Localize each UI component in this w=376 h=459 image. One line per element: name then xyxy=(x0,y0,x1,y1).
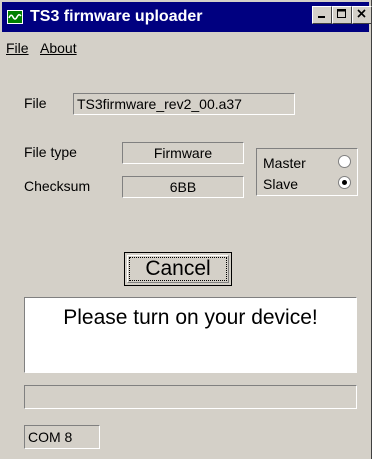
cancel-button[interactable]: Cancel xyxy=(124,252,232,286)
close-icon xyxy=(357,9,366,18)
maximize-icon xyxy=(337,9,346,18)
radio-master-button[interactable] xyxy=(338,155,351,168)
menu-file-label: File xyxy=(6,40,29,56)
message-box: Please turn on your device! xyxy=(24,297,357,373)
progress-bar xyxy=(24,385,357,409)
mode-group: Master Slave xyxy=(256,148,358,196)
menu-file[interactable]: File xyxy=(6,40,29,56)
radio-slave[interactable]: Slave xyxy=(261,173,355,193)
waveform-app-icon xyxy=(7,10,23,24)
minimize-icon xyxy=(318,16,325,18)
minimize-button[interactable] xyxy=(312,6,332,24)
file-field[interactable]: TS3firmware_rev2_00.a37 xyxy=(73,93,295,115)
close-button[interactable] xyxy=(352,6,372,24)
menu-about-label: About xyxy=(40,40,77,56)
app-window: TS3 firmware uploader File About File TS… xyxy=(0,0,372,459)
file-type-label: File type xyxy=(24,144,77,160)
status-port: COM 8 xyxy=(24,425,100,449)
radio-selected-dot xyxy=(342,180,347,185)
menu-bar: File About xyxy=(2,34,369,58)
menu-about[interactable]: About xyxy=(40,40,77,56)
radio-master-label: Master xyxy=(263,155,306,171)
radio-master[interactable]: Master xyxy=(261,152,355,172)
file-label: File xyxy=(24,95,47,111)
file-type-field: Firmware xyxy=(122,142,244,164)
checksum-label: Checksum xyxy=(24,178,91,194)
window-title: TS3 firmware uploader xyxy=(30,8,203,25)
title-bar[interactable]: TS3 firmware uploader xyxy=(2,2,372,32)
checksum-field: 6BB xyxy=(122,176,244,198)
cancel-button-label: Cancel xyxy=(129,257,227,281)
radio-slave-button[interactable] xyxy=(338,176,351,189)
radio-slave-label: Slave xyxy=(263,176,299,192)
maximize-button[interactable] xyxy=(332,6,352,24)
